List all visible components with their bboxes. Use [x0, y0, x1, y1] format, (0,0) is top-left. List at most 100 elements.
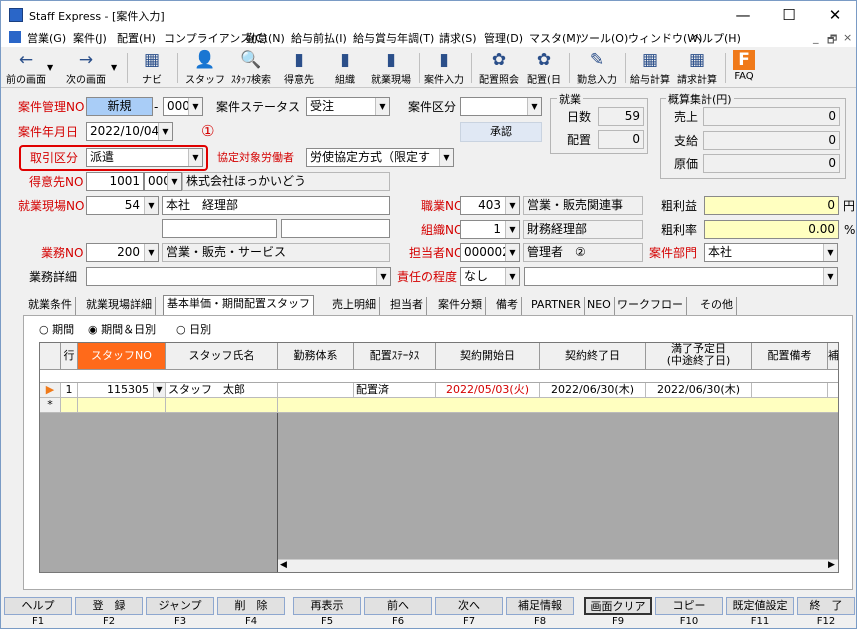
toolbar-soshiki[interactable]: ▮ 組織 [325, 47, 365, 87]
anken-no-field[interactable]: 新規 [86, 97, 153, 116]
toolbar-navi[interactable]: ▦ ナビ [135, 47, 169, 87]
scroll-right-icon[interactable]: ▶ [828, 560, 835, 570]
minimize-button[interactable]: — [720, 1, 766, 29]
radio-kikan[interactable]: ○ 期間 [39, 321, 74, 337]
toolbar-faq[interactable]: F FAQ [729, 47, 759, 87]
prev-dropdown-icon[interactable]: ▼ [47, 63, 53, 72]
torihiki-select[interactable]: 派遣 ▼ [86, 148, 203, 167]
fkey-prev-button[interactable]: 前へ [364, 597, 432, 615]
tab-workflow[interactable]: ワークフロー [614, 297, 687, 315]
fkey-register-button[interactable]: 登 録 [75, 597, 143, 615]
toolbar-genba[interactable]: ▮ 就業現場 [367, 47, 415, 87]
toolbar-haichi-day[interactable]: ✿ 配置(日 [524, 47, 564, 87]
fkey-refresh-button[interactable]: 再表示 [293, 597, 361, 615]
anken-no-sub-select[interactable]: 000 ▼ [163, 97, 203, 116]
scroll-left-icon[interactable]: ◀ [280, 560, 287, 570]
grid-header-staff-no[interactable]: スタッフNO [78, 343, 166, 370]
soshiki-no-field[interactable]: 1 ▼ [460, 220, 520, 239]
grid-header-gyo[interactable]: 行 [61, 343, 78, 370]
menu-tool[interactable]: ツール(O) [578, 30, 628, 46]
sekinin-detail-select[interactable]: ▼ [524, 267, 838, 286]
new-cell-rest[interactable] [278, 398, 838, 413]
sekinin-select[interactable]: なし ▼ [460, 267, 520, 286]
next-dropdown-icon[interactable]: ▼ [111, 63, 117, 72]
tab-genba-shosai[interactable]: 就業現場詳細 [83, 297, 156, 315]
fkey-copy-button[interactable]: コピー [655, 597, 723, 615]
fkey-exit-button[interactable]: 終 了 [797, 597, 855, 615]
row-new-marker[interactable]: * [40, 398, 61, 413]
tanto-no-field[interactable]: 000002 ▼ [460, 243, 520, 262]
bumon-select[interactable]: 本社 ▼ [704, 243, 838, 262]
fkey-jump-button[interactable]: ジャンプ [146, 597, 214, 615]
genba-extra-field-2[interactable] [281, 219, 390, 238]
tab-biko[interactable]: 備考 [493, 297, 522, 315]
grid-header-biko[interactable]: 配置備考 [752, 343, 828, 370]
maximize-button[interactable]: ☐ [766, 1, 812, 29]
nengappi-date-picker[interactable]: 2022/10/04 ▼ [86, 122, 173, 141]
menu-kanri[interactable]: 管理(D) [484, 30, 523, 46]
mdi-close-button[interactable]: × [843, 31, 852, 44]
radio-hibetsu[interactable]: ○ 日別 [176, 321, 211, 337]
tokuisaki-sub-select[interactable]: 000 ▼ [144, 172, 182, 191]
grid-header-extra[interactable]: 補 [828, 343, 838, 370]
tab-uriage-meisai[interactable]: 売上明細 [329, 297, 380, 315]
status-select[interactable]: 受注 ▼ [306, 97, 390, 116]
genba-no-field[interactable]: 54 ▼ [86, 196, 159, 215]
menu-maebarai[interactable]: 給与前払(I) [291, 30, 347, 46]
cell-end[interactable]: 2022/06/30(木) [540, 383, 646, 398]
grid-header-manryo[interactable]: 満了予定日 (中途終了日) [646, 343, 752, 370]
tab-shugyo-joken[interactable]: 就業条件 [25, 297, 76, 315]
grid-header-status[interactable]: 配置ｽﾃｰﾀｽ [354, 343, 436, 370]
cell-status[interactable]: 配置済 [354, 383, 436, 398]
tab-neo[interactable]: NEO [584, 297, 615, 315]
tokuisaki-no-field[interactable]: 1001 [86, 172, 144, 191]
fkey-delete-button[interactable]: 削 除 [217, 597, 285, 615]
tab-tantosha[interactable]: 担当者 [387, 297, 427, 315]
gyomu-no-field[interactable]: 200 ▼ [86, 243, 159, 262]
cell-extra[interactable] [828, 383, 838, 398]
menu-master[interactable]: マスタ(M) [529, 30, 580, 46]
fkey-default-button[interactable]: 既定値設定 [726, 597, 794, 615]
new-cell-staff-no[interactable] [78, 398, 166, 413]
toolbar-seikyu-keisan[interactable]: ▦ 請求計算 [674, 47, 720, 87]
shosai-select[interactable]: ▼ [86, 267, 391, 286]
menu-kintai[interactable]: 勤怠(N) [246, 30, 285, 46]
radio-kikan-hibetsu[interactable]: ◉ 期間＆日別 [88, 321, 156, 337]
toolbar-anken-nyuryoku[interactable]: ▮ 案件入力 [421, 47, 467, 87]
toolbar-kintai-nyuryoku[interactable]: ✎ 勤怠入力 [573, 47, 621, 87]
toolbar-prev-screen[interactable]: ← 前の画面 [3, 47, 49, 87]
cell-manryo[interactable]: 2022/06/30(木) [646, 383, 752, 398]
menu-haichi[interactable]: 配置(H) [117, 30, 156, 46]
kyotei-select[interactable]: 労使協定方式（限定す ▼ [306, 148, 454, 167]
menu-kyuyo[interactable]: 給与賞与年調(T) [353, 30, 434, 46]
mdi-minimize-button[interactable]: _ [813, 31, 819, 44]
toolbar-next-screen[interactable]: → 次の画面 [61, 47, 111, 87]
genba-extra-field-1[interactable] [162, 219, 277, 238]
shonin-button[interactable]: 承認 [460, 122, 542, 142]
fkey-clear-button[interactable]: 画面クリア [584, 597, 652, 615]
tab-anken-bunrui[interactable]: 案件分類 [435, 297, 486, 315]
toolbar-staff[interactable]: 👤 スタッフ [185, 47, 225, 87]
tab-sonota[interactable]: その他 [697, 297, 737, 315]
tab-kihon-tanka[interactable]: 基本単価・期間配置スタッフ [163, 295, 314, 316]
toolbar-kyuyo-keisan[interactable]: ▦ 給与計算 [627, 47, 673, 87]
close-button[interactable]: ✕ [812, 1, 856, 29]
toolbar-tokuisaki[interactable]: ▮ 得意先 [279, 47, 319, 87]
row-current-marker[interactable]: ▶ [40, 383, 61, 398]
toolbar-haichi-shokai[interactable]: ✿ 配置照会 [475, 47, 523, 87]
grid-header-staff-name[interactable]: スタッフ氏名 [166, 343, 278, 370]
cell-biko[interactable] [752, 383, 828, 398]
fkey-help-button[interactable]: ヘルプ [4, 597, 72, 615]
menu-anken[interactable]: 案件(J) [73, 30, 107, 46]
fkey-supplement-button[interactable]: 補足情報 [506, 597, 574, 615]
horizontal-scrollbar[interactable]: ◀ ▶ [278, 559, 838, 572]
toolbar-staff-search[interactable]: 🔍 ｽﾀｯﾌ検索 [228, 47, 274, 87]
grid-header-kinmu[interactable]: 勤務体系 [278, 343, 354, 370]
cell-start[interactable]: 2022/05/03(火) [436, 383, 540, 398]
kubun-select[interactable]: ▼ [460, 97, 542, 116]
fkey-next-button[interactable]: 次へ [435, 597, 503, 615]
shokushu-no-field[interactable]: 403 ▼ [460, 196, 520, 215]
tab-partner[interactable]: PARTNER [528, 297, 585, 315]
menu-eigyo[interactable]: 営業(G) [27, 30, 66, 46]
grid-header-end[interactable]: 契約終了日 [540, 343, 646, 370]
